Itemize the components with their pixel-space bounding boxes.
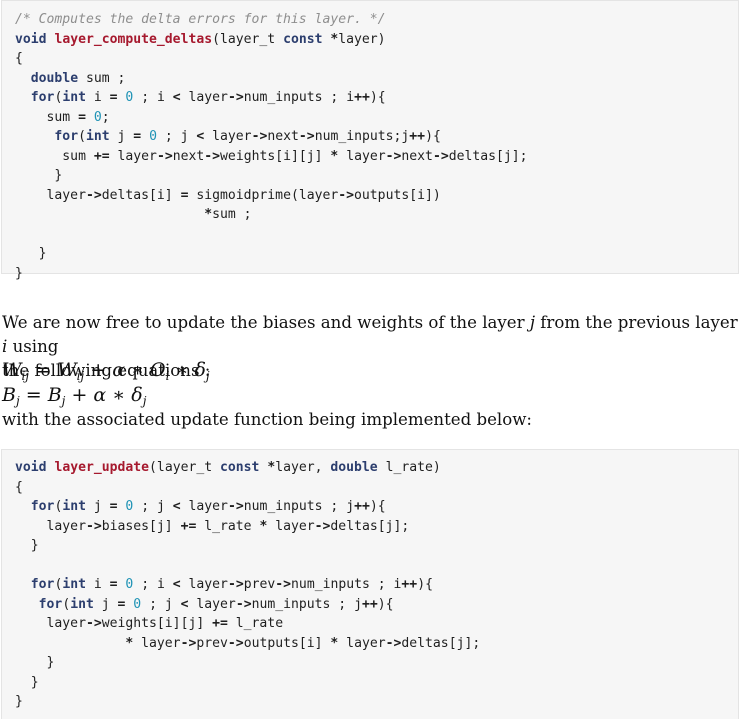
code-line: } xyxy=(15,246,47,261)
code-line: double sum ; xyxy=(30,70,126,86)
code-line: layer->deltas[i] = sigmoidprime(layer->o… xyxy=(15,187,441,203)
code-line: for(int i = 0 ; i < layer->prev->num_inp… xyxy=(30,577,433,592)
code-line: void layer_compute_deltas(layer_t const … xyxy=(15,31,386,47)
code-line: layer->weights[i][j] += l_rate xyxy=(15,616,284,631)
code-line: } xyxy=(15,265,23,281)
code-listing: void layer_update(layer_t const *layer, … xyxy=(2,450,738,712)
code-line: void layer_update(layer_t const *layer, … xyxy=(15,460,441,475)
code-line: for(int i = 0 ; i < layer->num_inputs ; … xyxy=(30,90,386,105)
code-line: { xyxy=(15,479,23,495)
code-line: ​ xyxy=(15,556,738,576)
code-line: *sum ; xyxy=(204,207,252,222)
code-line: * layer->prev->outputs[i] * layer->delta… xyxy=(125,635,481,651)
code-line: } xyxy=(15,538,39,553)
code-line: /* Computes the delta errors for this la… xyxy=(15,12,386,27)
code-listing: /* Computes the delta errors for this la… xyxy=(2,1,738,283)
paragraph-line-1: We are now free to update the biases and… xyxy=(2,313,738,356)
code-block-compute-deltas: /* Computes the delta errors for this la… xyxy=(1,0,739,281)
code-line: { xyxy=(15,51,23,66)
code-line: for(int j = 0 ; j < layer->num_inputs ; … xyxy=(38,596,394,612)
code-line: } xyxy=(15,168,63,183)
closing-line: with the associated update function bein… xyxy=(2,410,532,429)
code-line: ​ xyxy=(15,225,738,245)
code-line: } xyxy=(15,674,39,690)
code-line: sum += layer->next->weights[i][j] * laye… xyxy=(15,148,528,164)
code-block-layer-update: void layer_update(layer_t const *layer, … xyxy=(1,449,739,719)
code-line: for(int j = 0 ; j < layer->num_inputs ; … xyxy=(30,499,386,514)
equation-weights: Wij = Wij + α ∗ Oi ∗ δj xyxy=(2,359,210,383)
code-line: } xyxy=(15,655,55,670)
code-line: sum = 0; xyxy=(15,109,110,125)
code-line: } xyxy=(15,694,23,709)
closing-sentence: with the associated update function bein… xyxy=(2,408,738,432)
code-line: for(int j = 0 ; j < layer->next->num_inp… xyxy=(54,129,441,144)
code-line: layer->biases[j] += l_rate * layer->delt… xyxy=(15,518,410,534)
equation-biases: Bj = Bj + α ∗ δj xyxy=(2,384,147,408)
